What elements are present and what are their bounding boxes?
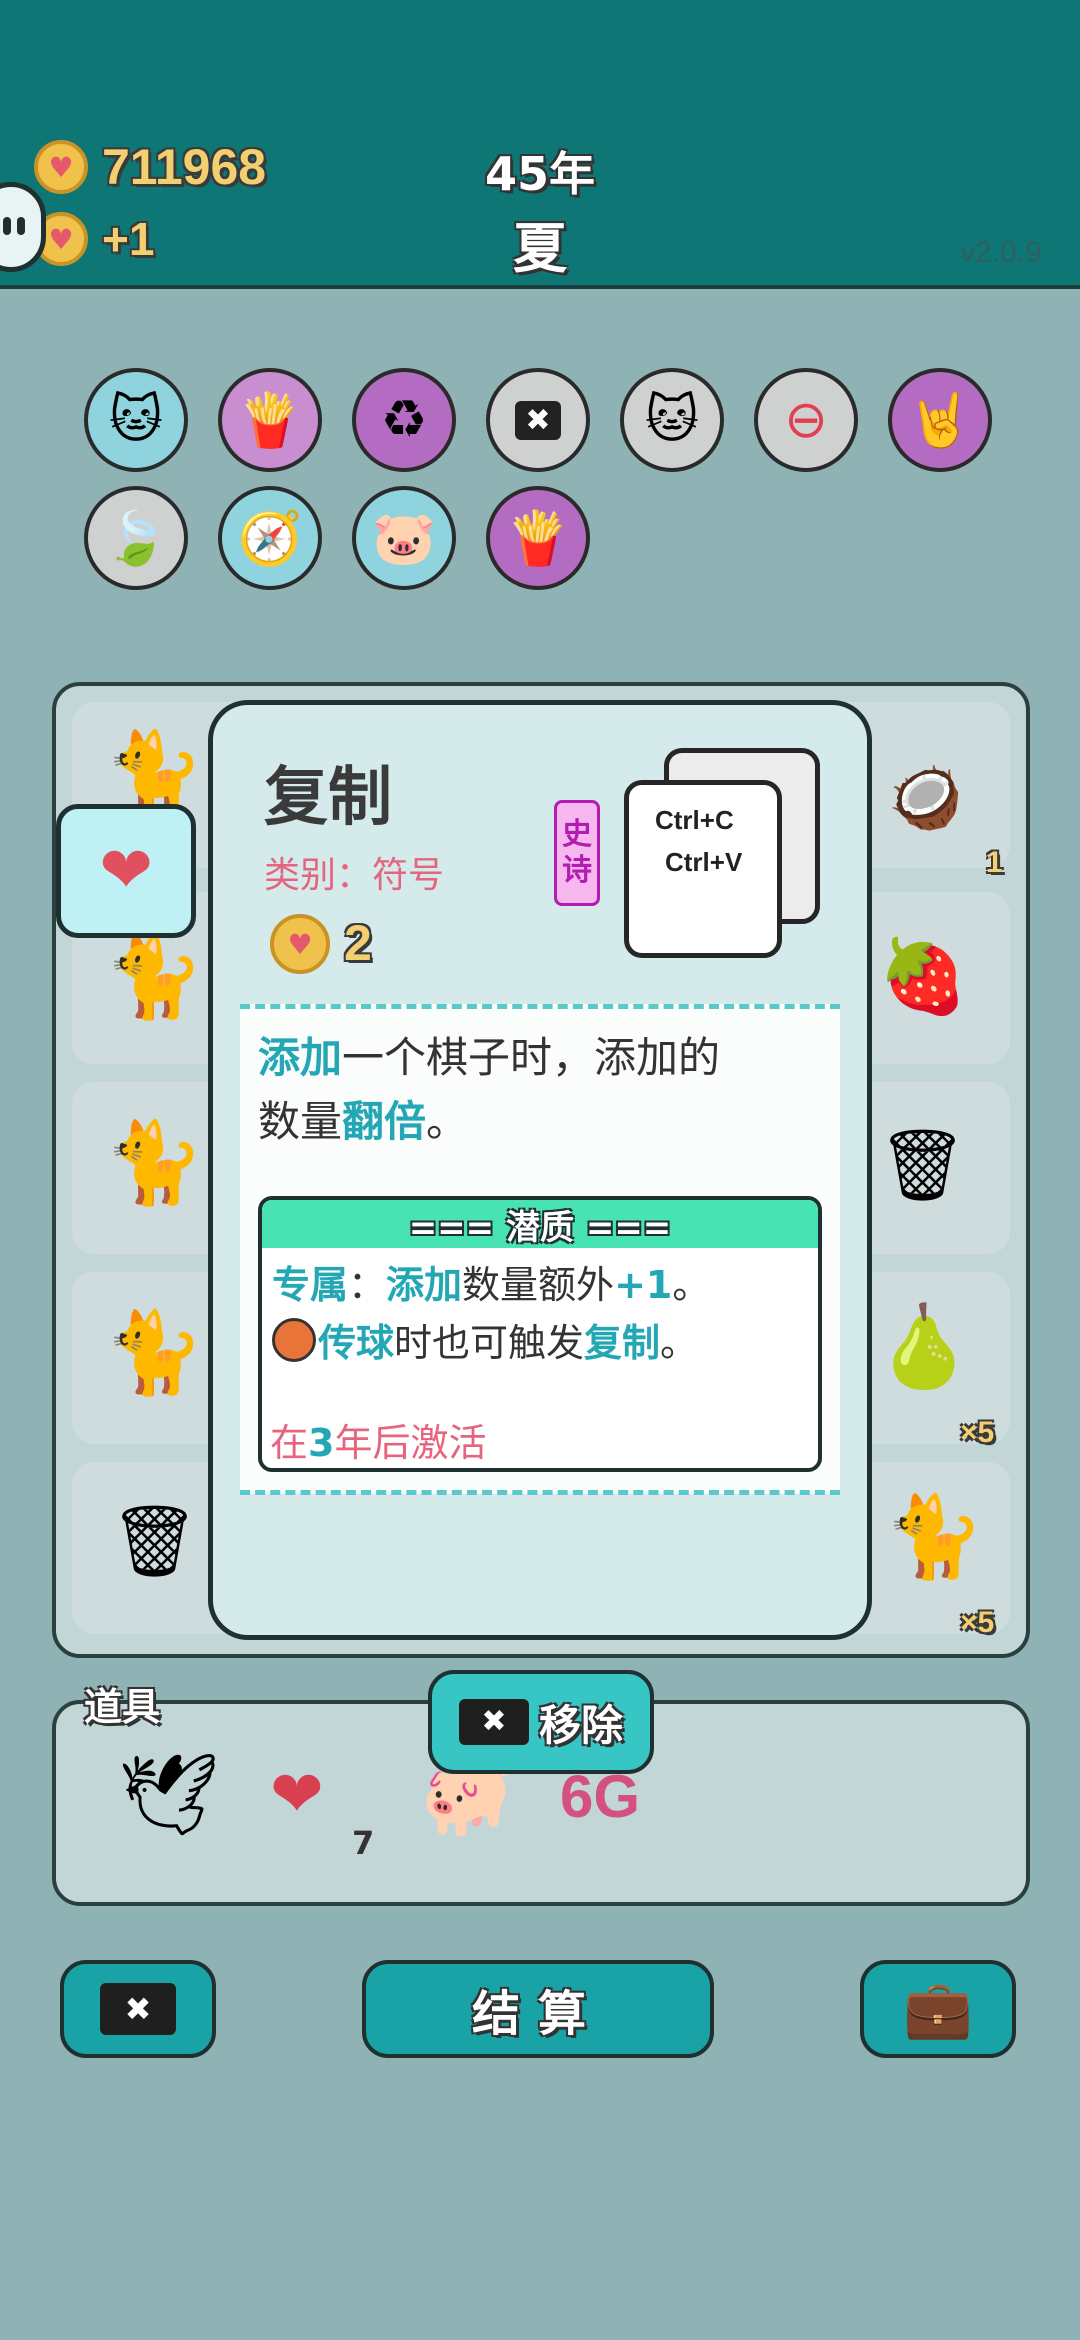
pause-icon bbox=[3, 217, 11, 235]
pause-icon-bar bbox=[17, 217, 25, 235]
season-label: 夏 bbox=[513, 217, 567, 280]
trait-text: 时也可触发 bbox=[394, 1321, 585, 1365]
card-title: 复制 bbox=[264, 761, 392, 835]
trash-bag-piece[interactable]: 🗑 bbox=[110, 1500, 199, 1583]
keyword-text: 复制 bbox=[584, 1321, 661, 1365]
inventory-button[interactable]: 💼 bbox=[860, 1960, 1016, 2058]
trait-line: 专属：添加数量额外+1。 bbox=[272, 1256, 808, 1314]
trash-bag-piece[interactable]: 🗑 bbox=[878, 1124, 967, 1207]
trait-text: 数量额外 bbox=[462, 1263, 615, 1307]
fries-icon[interactable]: 🍟 bbox=[486, 486, 590, 590]
keyword-text: 专属 bbox=[272, 1263, 349, 1307]
kb-text-c: Ctrl+C bbox=[655, 805, 734, 835]
keyword-text: 传球 bbox=[318, 1321, 395, 1365]
activation-text: 在 bbox=[270, 1421, 309, 1465]
card-category: 类别：符号 bbox=[264, 855, 445, 896]
recycle-icon[interactable]: ♻ bbox=[352, 368, 456, 472]
rarity-char: 诗 bbox=[562, 853, 592, 888]
keyword-text: +1 bbox=[614, 1263, 673, 1307]
cat-piece[interactable]: 🐈 bbox=[104, 930, 204, 1024]
top-bar: ♥ 711968 ♥ +1 45年 夏 v2.0.9 bbox=[0, 0, 1080, 289]
coconut-piece[interactable]: 🥥 bbox=[888, 762, 963, 833]
pomelo-piece[interactable]: 🍐 bbox=[874, 1300, 974, 1394]
minus-icon[interactable]: ⊖ bbox=[754, 368, 858, 472]
cat-piece[interactable]: 🐈 bbox=[104, 1306, 204, 1400]
trait-body: 专属：添加数量额外+1。 传球时也可触发复制。 bbox=[262, 1248, 818, 1372]
desc-text: 数量 bbox=[258, 1097, 343, 1146]
income-value: +1 bbox=[102, 213, 155, 265]
rock-hand-icon[interactable]: 🤘 bbox=[888, 368, 992, 472]
coin-count: 711968 bbox=[102, 139, 267, 195]
divider bbox=[240, 1490, 840, 1495]
year-label: 45年 bbox=[484, 147, 595, 201]
piggy-bank-icon[interactable]: 🐷 bbox=[352, 486, 456, 590]
lychee-piece[interactable]: 🍓 bbox=[878, 934, 968, 1019]
divider bbox=[240, 1004, 840, 1009]
copy-icon: Ctrl+C Ctrl+V bbox=[624, 780, 782, 958]
cat-piece[interactable]: 🐈 bbox=[884, 1490, 984, 1584]
leaf-icon[interactable]: 🍃 bbox=[84, 486, 188, 590]
basketball-icon bbox=[272, 1318, 316, 1362]
kb-text-v: Ctrl+V bbox=[665, 847, 743, 877]
remove-button-label: 移除 bbox=[538, 1700, 623, 1750]
activation-text: 年后激活 bbox=[334, 1421, 487, 1465]
trait-text: 。 bbox=[672, 1263, 711, 1307]
desc-text: 。 bbox=[426, 1097, 469, 1146]
trait-line: 传球时也可触发复制。 bbox=[272, 1314, 808, 1372]
trait-text: ： bbox=[348, 1263, 387, 1307]
trait-line-text: 传球时也可触发复制。 bbox=[318, 1321, 698, 1365]
keyword-add: 添加 bbox=[258, 1033, 343, 1082]
cat-icon[interactable]: 🐱 bbox=[84, 368, 188, 472]
items-label: 道具 bbox=[84, 1685, 161, 1729]
cost-coin-icon: ♥ bbox=[270, 914, 330, 974]
rarity-badge: 史 诗 bbox=[554, 800, 600, 906]
remove-tag-icon: ✖ bbox=[458, 1699, 529, 1745]
activation-note: 在3年后激活 bbox=[270, 1412, 486, 1467]
desc-text: 一个棋子时，添加的 bbox=[342, 1033, 721, 1082]
piece-count: ×5 bbox=[960, 1416, 995, 1449]
piece-count: ×5 bbox=[960, 1606, 995, 1639]
keyword-double: 翻倍 bbox=[342, 1097, 427, 1146]
card-cost: 2 bbox=[344, 915, 372, 971]
settle-button[interactable]: 结算 bbox=[362, 1960, 714, 2058]
coin-icon: ♥ bbox=[34, 140, 88, 194]
card-description: 添加一个棋子时，添加的 数量翻倍。 bbox=[258, 1026, 838, 1154]
keyword-text: 添加 bbox=[386, 1263, 463, 1307]
trait-box: === 潜质 === 专属：添加数量额外+1。 传球时也可触发复制。 在3年后激… bbox=[258, 1196, 822, 1472]
version-label: v2.0.9 bbox=[960, 236, 1042, 269]
double-cat-icon[interactable]: 🐱 bbox=[620, 368, 724, 472]
activation-years: 3 bbox=[308, 1421, 335, 1465]
remove-mode-button[interactable]: ✖ bbox=[60, 1960, 216, 2058]
settle-button-label: 结算 bbox=[471, 1986, 604, 2042]
rarity-char: 史 bbox=[562, 817, 592, 852]
remove-button[interactable]: ✖ 移除 bbox=[428, 1670, 654, 1774]
liver-item[interactable]: ❤ bbox=[270, 1758, 324, 1832]
item-count: 7 bbox=[352, 1824, 375, 1862]
piece-count: 1 bbox=[986, 846, 1003, 879]
side-menu-handle[interactable] bbox=[0, 182, 46, 272]
remove-tag-icon[interactable]: ✖ bbox=[486, 368, 590, 472]
fries-icon[interactable]: 🍟 bbox=[218, 368, 322, 472]
briefcase-icon: 💼 bbox=[903, 1977, 973, 2042]
compass-icon[interactable]: 🧭 bbox=[218, 486, 322, 590]
trait-text: 。 bbox=[660, 1321, 699, 1365]
cat-piece[interactable]: 🐈 bbox=[104, 1116, 204, 1210]
bird-item[interactable]: 🕊 bbox=[118, 1748, 220, 1842]
trait-header: === 潜质 === bbox=[262, 1200, 818, 1248]
liver-item-icon[interactable]: ❤ bbox=[56, 804, 196, 938]
remove-tag-icon: ✖ bbox=[100, 1983, 176, 2035]
